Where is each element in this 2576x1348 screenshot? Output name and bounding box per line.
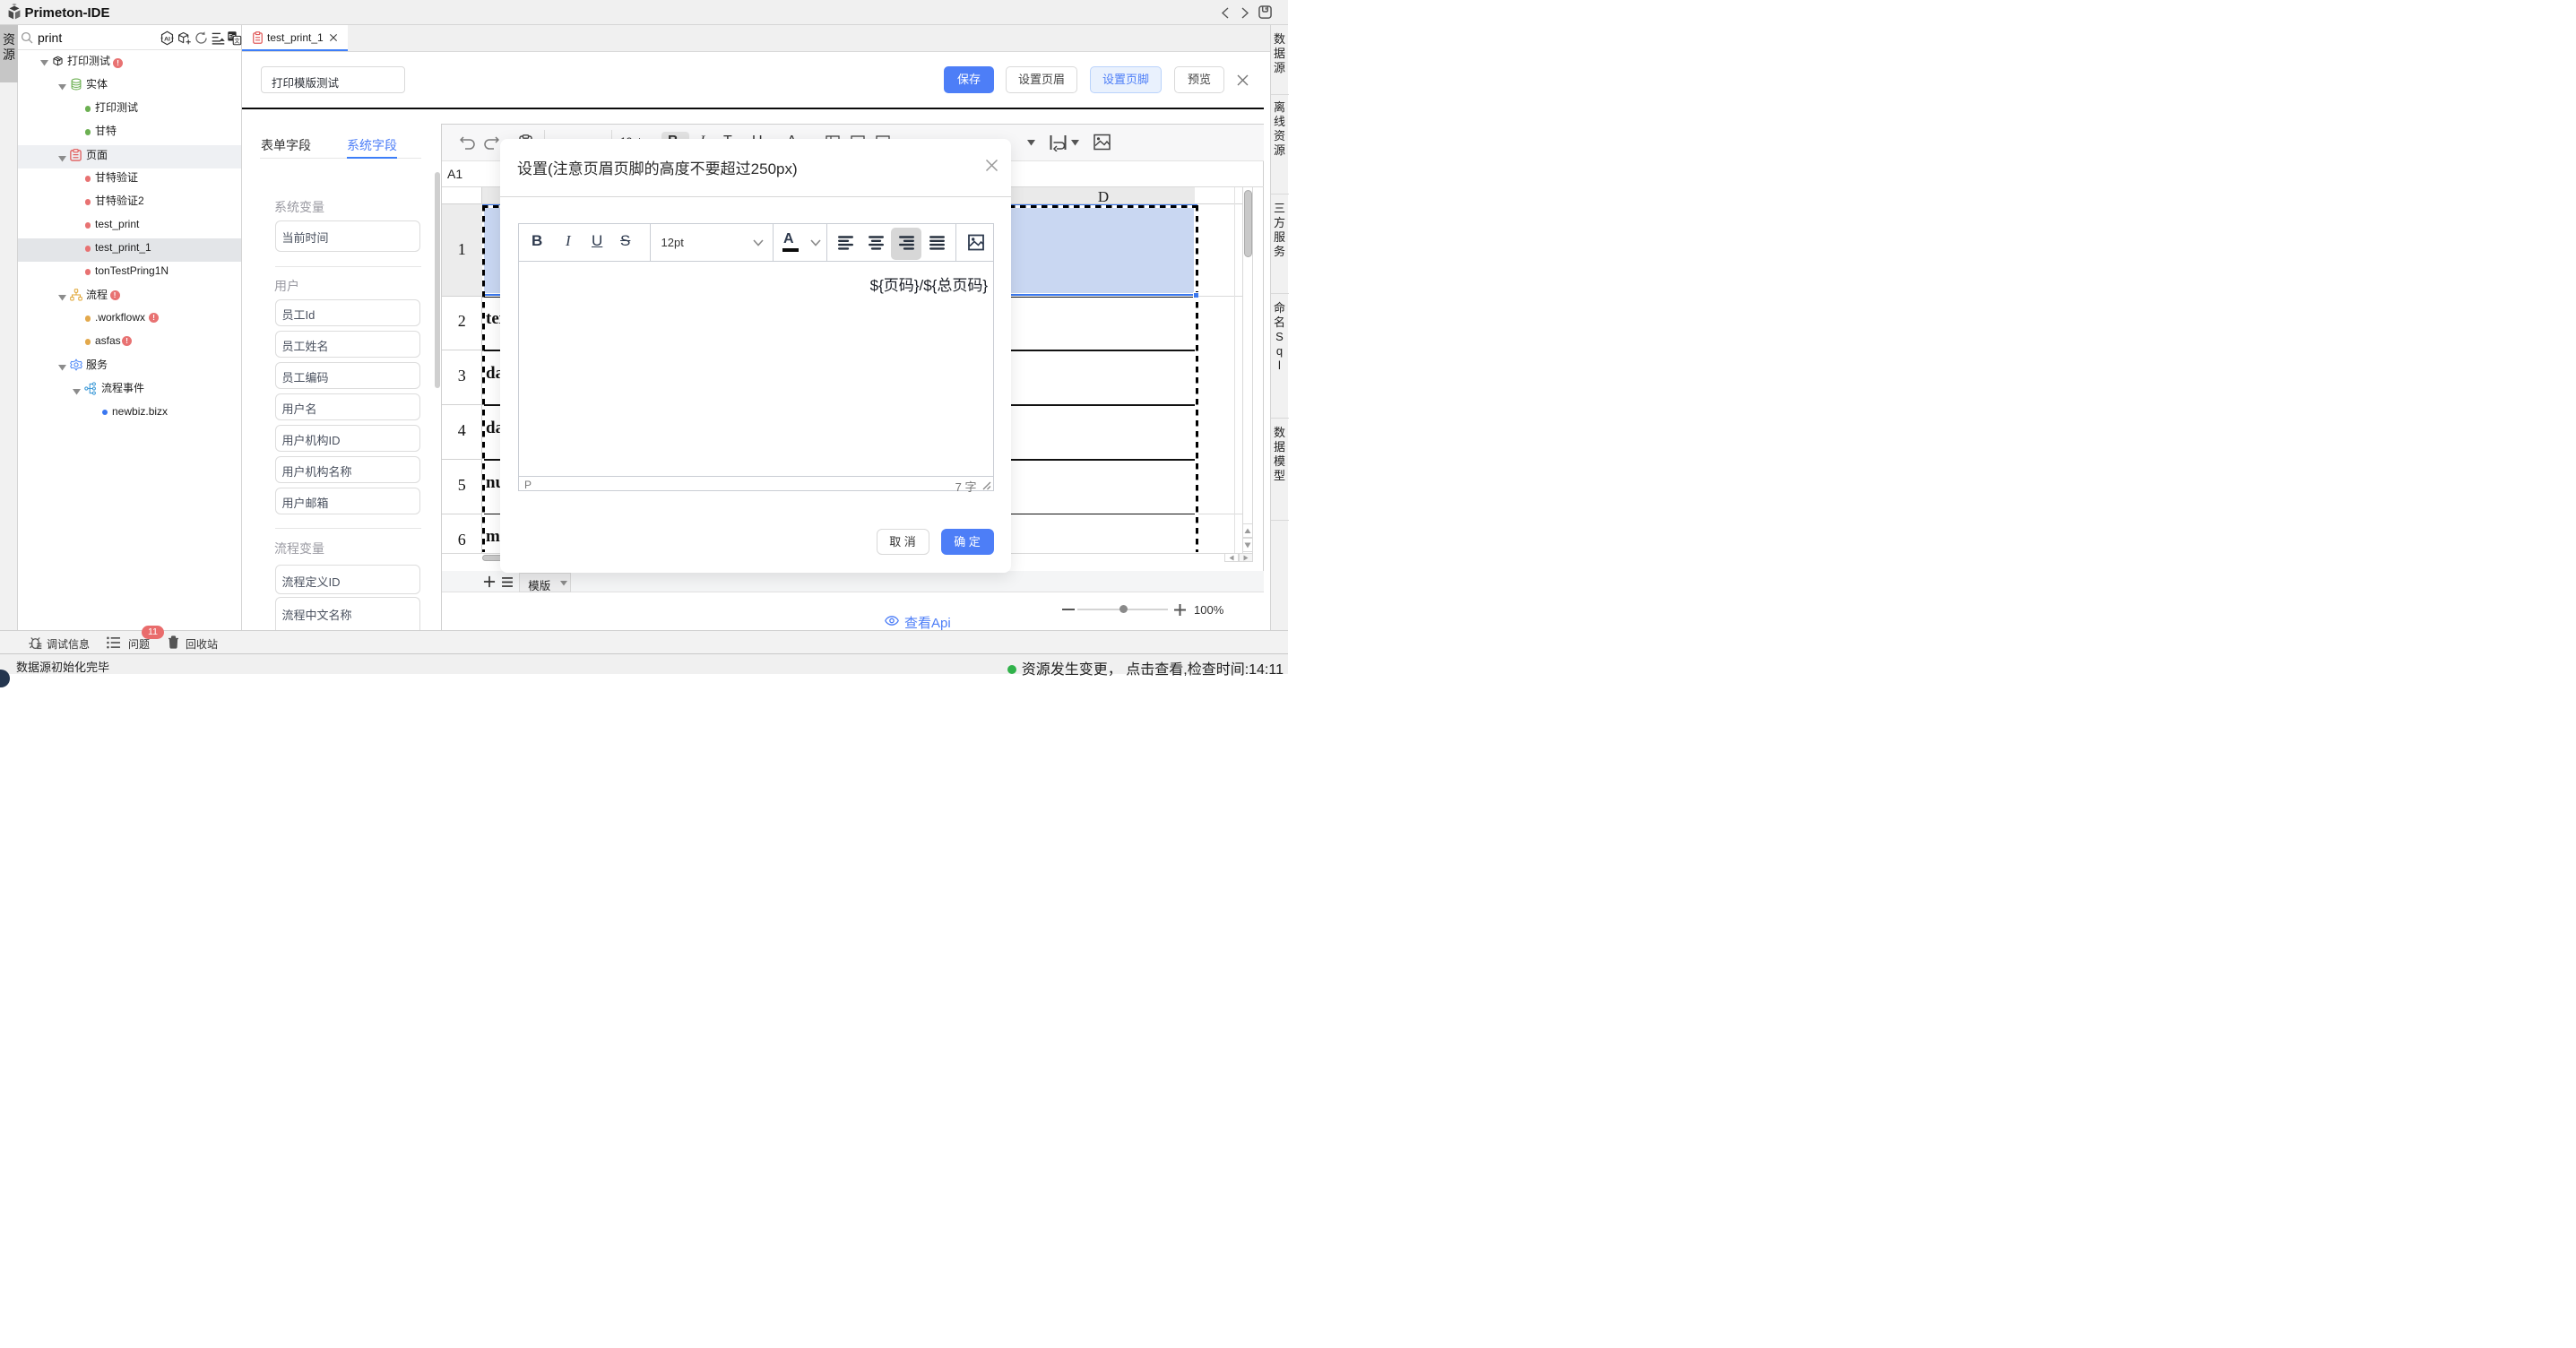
svg-text:文: 文: [234, 37, 240, 45]
svg-text:AI: AI: [164, 36, 170, 42]
